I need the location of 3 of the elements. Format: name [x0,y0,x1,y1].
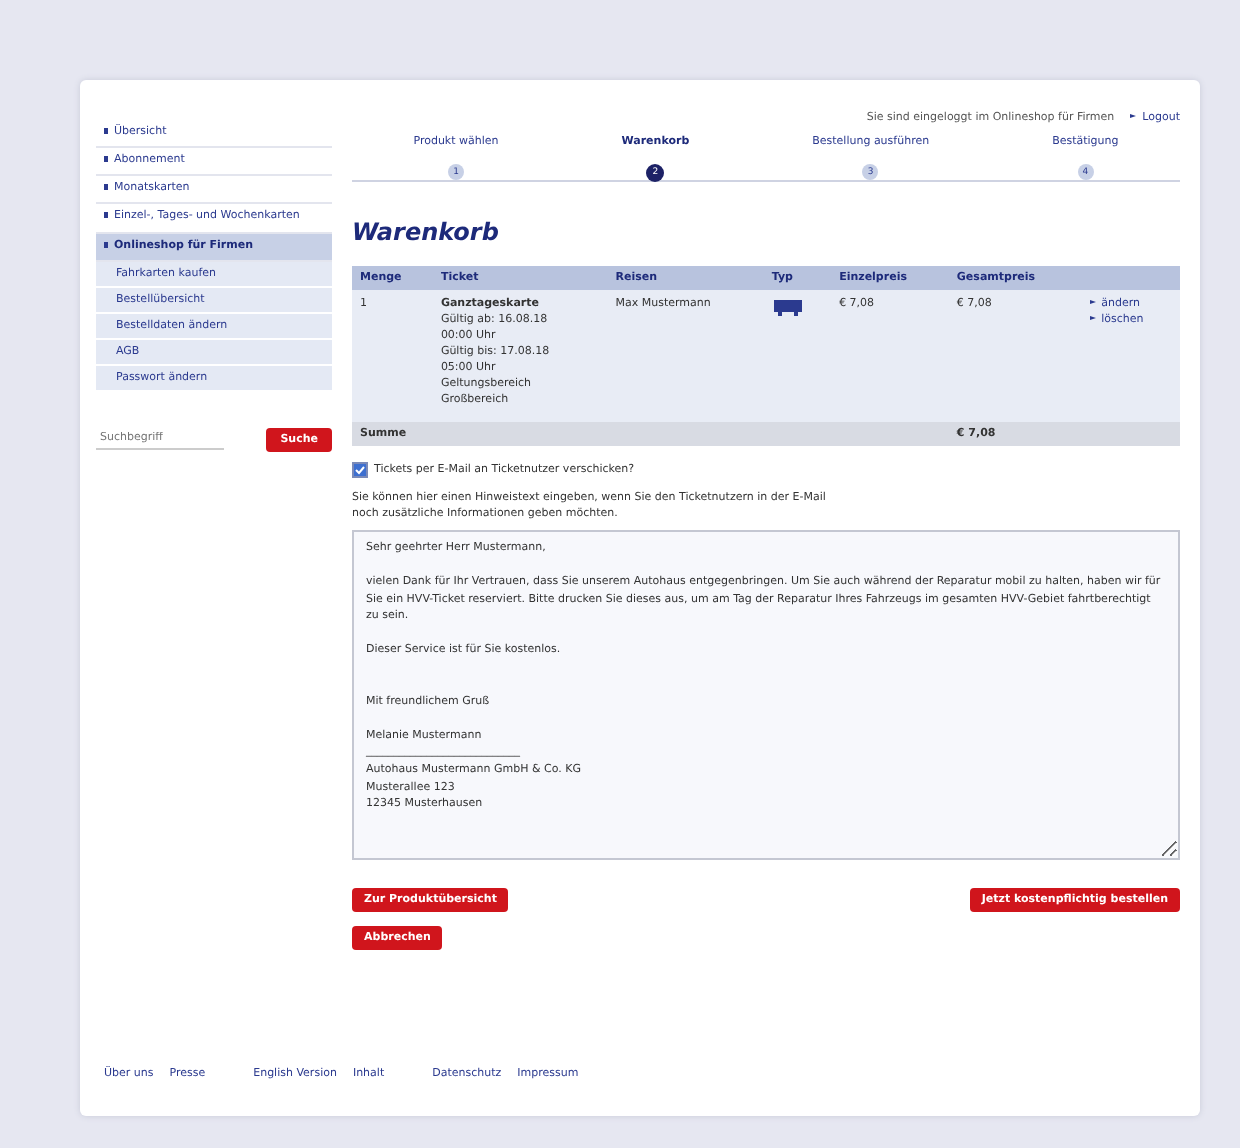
bus-icon [771,298,804,316]
page-heading: Warenkorb [352,218,501,246]
email-checkbox[interactable] [352,461,368,478]
